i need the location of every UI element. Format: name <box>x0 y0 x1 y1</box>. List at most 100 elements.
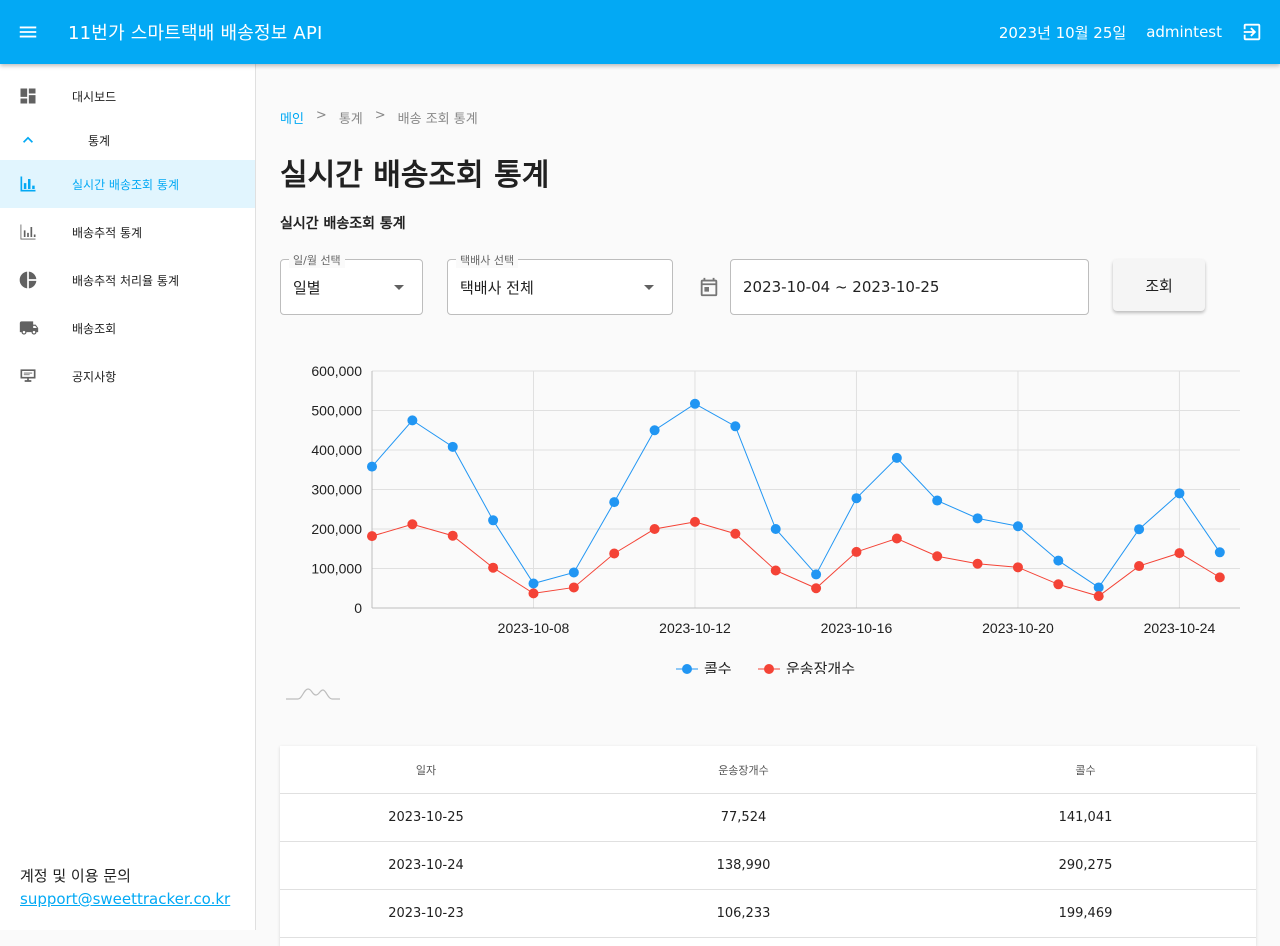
pie-chart-icon <box>19 271 37 289</box>
data-point <box>609 497 620 508</box>
data-point <box>811 569 822 580</box>
sidebar-item-notice[interactable]: 공지사항 <box>0 352 255 400</box>
period-select[interactable]: 일/월 선택 일별 <box>280 252 423 315</box>
sidebar-group-stats[interactable]: 통계 <box>0 120 255 160</box>
breadcrumb-separator: > <box>315 108 327 123</box>
current-date: 2023년 10월 25일 <box>998 23 1127 42</box>
legend-swatch <box>682 664 692 674</box>
carrier-select-label: 택배사 선택 <box>456 252 519 268</box>
legend-label: 운송장개수 <box>786 660 855 674</box>
sidebar-item-processing-stats[interactable]: 배송추적 처리율 통계 <box>0 256 255 304</box>
menu-button[interactable] <box>0 0 56 64</box>
date-range-value: 2023-10-04 ~ 2023-10-25 <box>743 278 940 296</box>
cell-call-count: 290,275 <box>1058 858 1113 873</box>
column-header-waybill-count[interactable]: 운송장개수 <box>572 762 915 778</box>
date-range-field[interactable]: 2023-10-04 ~ 2023-10-25 <box>730 259 1089 315</box>
carrier-select[interactable]: 택배사 선택 택배사 전체 <box>447 252 673 315</box>
column-header-date[interactable]: 일자 <box>280 762 572 778</box>
table-row: 2023-10-25 77,524 141,041 <box>280 794 1256 842</box>
x-tick-label: 2023-10-20 <box>982 620 1054 636</box>
data-point <box>1093 582 1104 593</box>
data-point <box>932 551 943 562</box>
data-point <box>528 588 539 599</box>
data-point <box>932 495 943 506</box>
column-header-call-count[interactable]: 콜수 <box>915 762 1256 778</box>
bar-chart-outline-icon <box>20 224 36 240</box>
sidebar: 대시보드 통계 실시간 배송조회 통계 배송추적 통계 배송추적 처리율 통계 … <box>0 64 256 930</box>
cell-waybill-count: 77,524 <box>720 810 767 825</box>
data-point <box>851 546 862 557</box>
sidebar-item-tracking[interactable]: 배송조회 <box>0 304 255 352</box>
support-email-link[interactable]: support@sweettracker.co.kr <box>20 890 230 908</box>
cell-call-count: 199,469 <box>1058 906 1113 921</box>
cell-date: 2023-10-25 <box>388 810 464 825</box>
cell-call-count: 141,041 <box>1058 810 1113 825</box>
cell-waybill-count: 138,990 <box>716 858 771 873</box>
search-button[interactable]: 조회 <box>1113 259 1205 311</box>
data-point <box>568 582 579 593</box>
data-point <box>972 558 983 569</box>
username: admintest <box>1146 23 1222 41</box>
cell-waybill-count: 106,233 <box>716 906 771 921</box>
data-point <box>730 421 741 432</box>
truck-icon <box>19 321 39 335</box>
y-tick-label: 0 <box>354 600 362 616</box>
sidebar-item-realtime-stats[interactable]: 실시간 배송조회 통계 <box>0 160 255 208</box>
data-point <box>528 578 539 589</box>
breadcrumb-stats[interactable]: 통계 <box>339 108 363 127</box>
x-tick-label: 2023-10-08 <box>498 620 570 636</box>
chart-toggle-icon[interactable] <box>284 684 340 702</box>
data-point <box>447 530 458 541</box>
y-tick-label: 400,000 <box>311 442 362 458</box>
data-point <box>1012 521 1023 532</box>
y-tick-label: 500,000 <box>311 403 362 419</box>
table-row: 2023-10-24 138,990 290,275 <box>280 842 1256 890</box>
breadcrumb: 메인 > 통계 > 배송 조회 통계 <box>280 108 478 127</box>
data-point <box>649 524 660 534</box>
data-point <box>891 452 902 463</box>
chevron-up-icon <box>23 136 33 143</box>
data-point <box>770 565 781 576</box>
data-point <box>1093 591 1104 602</box>
data-point <box>609 548 620 559</box>
data-point <box>730 528 741 539</box>
main-content: 메인 > 통계 > 배송 조회 통계 실시간 배송조회 통계 실시간 배송조회 … <box>256 64 1280 946</box>
data-point <box>1214 547 1225 558</box>
dropdown-arrow-icon <box>644 285 654 290</box>
data-point <box>367 531 377 542</box>
data-point <box>1174 548 1185 559</box>
data-point <box>891 533 902 544</box>
breadcrumb-home[interactable]: 메인 <box>280 108 304 127</box>
data-point <box>851 493 862 504</box>
dashboard-icon <box>20 88 36 104</box>
data-point <box>1134 561 1145 572</box>
data-point <box>649 425 660 436</box>
bar-chart-icon <box>20 176 36 192</box>
support-label: 계정 및 이용 문의 <box>20 867 131 885</box>
data-point <box>1053 579 1064 590</box>
sidebar-item-tracking-stats[interactable]: 배송추적 통계 <box>0 208 255 256</box>
y-tick-label: 300,000 <box>311 482 362 498</box>
signpost-icon <box>20 369 36 382</box>
data-point <box>407 415 418 426</box>
period-select-label: 일/월 선택 <box>289 252 345 268</box>
app-bar: 11번가 스마트택배 배송정보 API 2023년 10월 25일 admint… <box>0 0 1280 64</box>
data-point <box>689 516 700 527</box>
data-point <box>1134 524 1145 535</box>
section-title: 실시간 배송조회 통계 <box>280 216 406 232</box>
cell-date: 2023-10-23 <box>388 906 464 921</box>
sidebar-item-dashboard[interactable]: 대시보드 <box>0 72 255 120</box>
breadcrumb-separator: > <box>374 108 386 123</box>
logout-icon <box>1243 23 1261 41</box>
data-point <box>407 519 418 530</box>
data-point <box>689 398 700 409</box>
logout-button[interactable] <box>1232 12 1272 52</box>
data-point <box>1174 488 1185 499</box>
page-title: 실시간 배송조회 통계 <box>280 158 550 193</box>
series-line <box>371 521 1221 597</box>
series-line <box>371 403 1221 589</box>
legend-label: 콜수 <box>704 660 732 674</box>
y-tick-label: 200,000 <box>311 521 362 537</box>
calendar-icon[interactable] <box>698 276 720 298</box>
x-tick-label: 2023-10-16 <box>821 620 893 636</box>
